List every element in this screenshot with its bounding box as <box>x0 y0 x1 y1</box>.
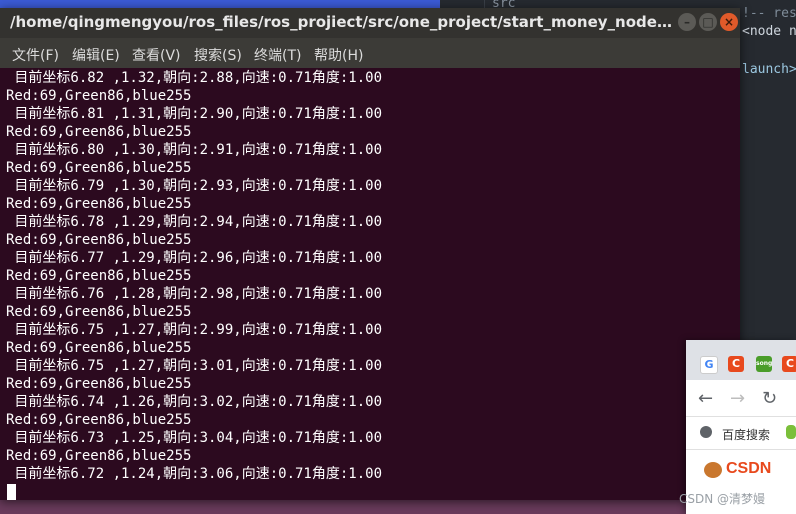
reload-icon[interactable]: ↻ <box>762 388 777 409</box>
window-title: /home/qingmengyou/ros_files/ros_projiect… <box>10 13 675 31</box>
terminal-cursor <box>7 484 16 500</box>
bookmarks-bar: 百度搜索 <box>686 417 796 450</box>
browser-window[interactable]: G C song C ← → ↻ 百度搜索 CSDN <box>686 340 796 514</box>
terminal-line: Red:69,Green86,blue255 <box>6 376 192 392</box>
song-tab-icon[interactable]: song <box>756 356 772 372</box>
terminal-window[interactable]: /home/qingmengyou/ros_files/ros_projiect… <box>0 8 740 500</box>
csdn-logo[interactable]: CSDN <box>726 460 771 478</box>
desktop-bottom-strip <box>0 500 686 514</box>
terminal-output[interactable]: 目前坐标6.82 ,1.32,朝向:2.88,向速:0.71角度:1.00 Re… <box>0 68 740 500</box>
terminal-line: 目前坐标6.81 ,1.31,朝向:2.90,向速:0.71角度:1.00 <box>6 106 383 122</box>
terminal-line: 目前坐标6.74 ,1.26,朝向:3.02,向速:0.71角度:1.00 <box>6 394 383 410</box>
mascot-icon <box>704 462 722 478</box>
maximize-button[interactable]: □ <box>699 13 717 31</box>
terminal-line: 目前坐标6.78 ,1.29,朝向:2.94,向速:0.71角度:1.00 <box>6 214 383 230</box>
bookmark-baidu[interactable]: 百度搜索 <box>722 426 770 443</box>
terminal-line: 目前坐标6.79 ,1.30,朝向:2.93,向速:0.71角度:1.00 <box>6 178 383 194</box>
terminal-line: 目前坐标6.80 ,1.30,朝向:2.91,向速:0.71角度:1.00 <box>6 142 383 158</box>
terminal-line: 目前坐标6.76 ,1.28,朝向:2.98,向速:0.71角度:1.00 <box>6 286 383 302</box>
terminal-line: Red:69,Green86,blue255 <box>6 340 192 356</box>
editor-code-line: <node na <box>742 24 796 39</box>
forward-arrow-icon[interactable]: → <box>730 388 745 409</box>
back-arrow-icon[interactable]: ← <box>698 388 713 409</box>
google-tab-icon[interactable]: G <box>700 356 718 374</box>
terminal-line: 目前坐标6.72 ,1.24,朝向:3.06,向速:0.71角度:1.00 <box>6 466 383 482</box>
terminal-line: Red:69,Green86,blue255 <box>6 196 192 212</box>
terminal-line: Red:69,Green86,blue255 <box>6 304 192 320</box>
terminal-line: Red:69,Green86,blue255 <box>6 412 192 428</box>
terminal-line: 目前坐标6.75 ,1.27,朝向:2.99,向速:0.71角度:1.00 <box>6 322 383 338</box>
menu-edit[interactable]: 编辑(E) <box>72 45 120 65</box>
terminal-line: 目前坐标6.82 ,1.32,朝向:2.88,向速:0.71角度:1.00 <box>6 70 383 86</box>
menu-help[interactable]: 帮助(H) <box>314 45 363 65</box>
minimize-button[interactable]: – <box>678 13 696 31</box>
csdn-tab-icon[interactable]: C <box>782 356 796 372</box>
browser-nav-bar: ← → ↻ <box>686 380 796 417</box>
close-button[interactable]: × <box>720 13 738 31</box>
terminal-line: Red:69,Green86,blue255 <box>6 160 192 176</box>
terminal-titlebar[interactable]: /home/qingmengyou/ros_files/ros_projiect… <box>0 8 740 38</box>
csdn-watermark: CSDN @清梦嫚 <box>679 492 766 506</box>
terminal-line: Red:69,Green86,blue255 <box>6 448 192 464</box>
terminal-line: 目前坐标6.75 ,1.27,朝向:3.01,向速:0.71角度:1.00 <box>6 358 383 374</box>
terminal-line: Red:69,Green86,blue255 <box>6 124 192 140</box>
terminal-line: Red:69,Green86,blue255 <box>6 88 192 104</box>
terminal-menubar: 文件(F) 编辑(E) 查看(V) 搜索(S) 终端(T) 帮助(H) <box>0 38 740 68</box>
editor-code-line: launch> <box>742 62 796 77</box>
globe-icon <box>700 426 712 438</box>
terminal-line: Red:69,Green86,blue255 <box>6 232 192 248</box>
menu-file[interactable]: 文件(F) <box>12 45 59 65</box>
terminal-line: Red:69,Green86,blue255 <box>6 268 192 284</box>
csdn-tab-icon[interactable]: C <box>728 356 744 372</box>
menu-search[interactable]: 搜索(S) <box>194 45 242 65</box>
menu-view[interactable]: 查看(V) <box>132 45 181 65</box>
bookmark-icon[interactable] <box>786 425 796 439</box>
browser-tab-strip: G C song C <box>686 340 796 380</box>
editor-code-line: !-- respa <box>742 6 796 21</box>
terminal-line: 目前坐标6.77 ,1.29,朝向:2.96,向速:0.71角度:1.00 <box>6 250 383 266</box>
menu-terminal[interactable]: 终端(T) <box>254 45 301 65</box>
terminal-line: 目前坐标6.73 ,1.25,朝向:3.04,向速:0.71角度:1.00 <box>6 430 383 446</box>
